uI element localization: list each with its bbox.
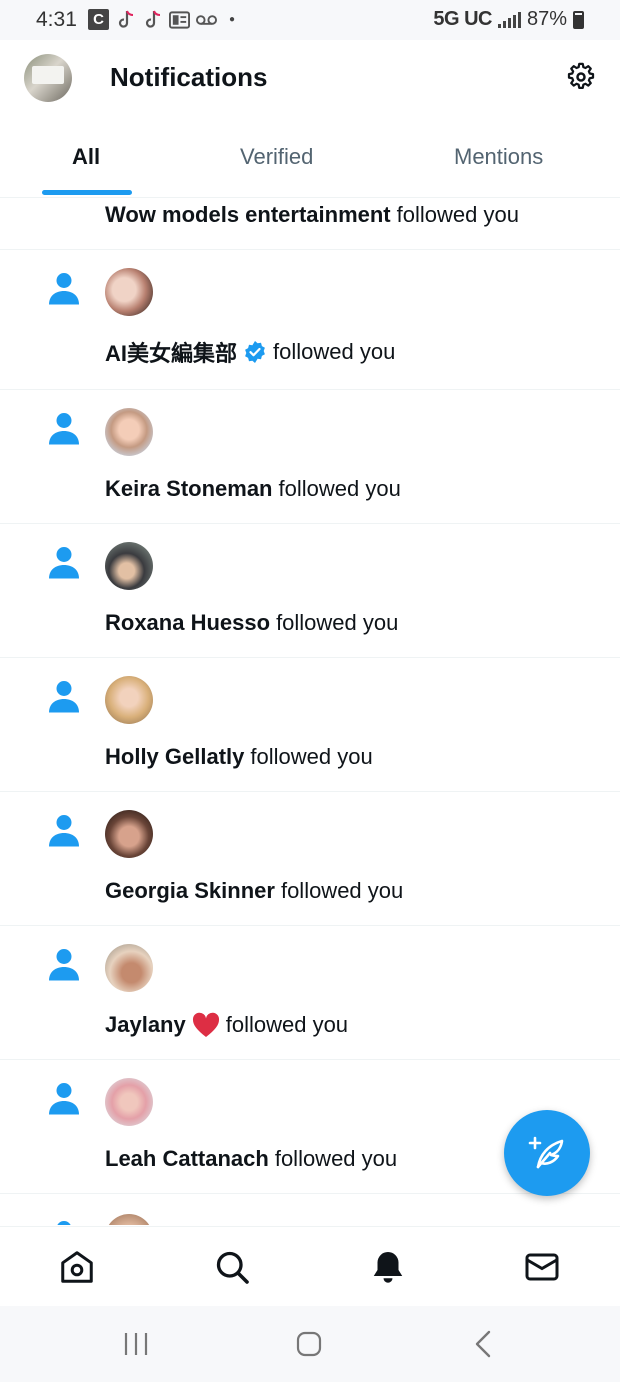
user-name[interactable]: Leah Cattanach bbox=[105, 1146, 269, 1172]
back-icon[interactable] bbox=[472, 1330, 496, 1358]
user-name[interactable]: Holly Gellatly bbox=[105, 744, 244, 770]
tab-mentions[interactable]: Mentions bbox=[454, 144, 543, 170]
battery-percent: 87% bbox=[526, 8, 567, 30]
notification-text: AI美女編集部 followed you bbox=[105, 336, 395, 368]
bottom-navigation bbox=[0, 1226, 620, 1306]
list-item[interactable]: Jaylany followed you bbox=[0, 926, 620, 1060]
battery-icon bbox=[573, 10, 584, 29]
person-icon bbox=[57, 1221, 71, 1225]
person-icon bbox=[49, 681, 79, 713]
avatar[interactable] bbox=[105, 944, 153, 992]
list-item[interactable]: Keira Stoneman followed you bbox=[0, 390, 620, 524]
voicemail-icon bbox=[196, 9, 217, 30]
avatar[interactable] bbox=[105, 268, 153, 316]
notification-feed[interactable]: Wow models entertainment followed you AI… bbox=[0, 198, 620, 1225]
notification-action: followed you bbox=[276, 610, 399, 635]
gear-icon[interactable] bbox=[566, 62, 596, 92]
list-item[interactable]: AI美女編集部 followed you bbox=[0, 250, 620, 390]
status-bar: 4:31 C ● 5G UC 87% bbox=[0, 0, 620, 40]
page-title: Notifications bbox=[110, 62, 268, 92]
list-item[interactable]: Roxana Huesso followed you bbox=[0, 524, 620, 658]
tiktok-icon bbox=[115, 9, 136, 30]
notification-action: followed you bbox=[280, 878, 404, 903]
user-name[interactable]: Georgia Skinner bbox=[105, 878, 275, 904]
recent-apps-icon[interactable] bbox=[122, 1330, 150, 1358]
search-icon[interactable] bbox=[214, 1249, 250, 1285]
person-icon bbox=[49, 949, 79, 981]
tab-bar: All Verified Mentions bbox=[0, 120, 620, 198]
notification-action: followed you bbox=[250, 744, 373, 769]
notification-action: followed you bbox=[396, 202, 519, 227]
tiktok-icon bbox=[142, 9, 163, 30]
tab-all[interactable]: All bbox=[72, 144, 100, 170]
news-icon bbox=[169, 9, 190, 30]
avatar[interactable] bbox=[105, 676, 153, 724]
user-name[interactable]: Keira Stoneman bbox=[105, 476, 273, 502]
mail-icon[interactable] bbox=[524, 1249, 560, 1285]
status-right: 5G UC 87% bbox=[433, 8, 584, 31]
system-navigation bbox=[0, 1306, 620, 1382]
signal-icon bbox=[497, 11, 521, 28]
status-time: 4:31 bbox=[36, 8, 77, 31]
notification-action: followed you bbox=[273, 339, 396, 364]
user-name[interactable]: Roxana Huesso bbox=[105, 610, 270, 636]
verified-badge-icon bbox=[245, 341, 265, 363]
person-icon bbox=[49, 1083, 79, 1115]
status-notification-icons: C ● bbox=[88, 9, 235, 30]
notification-text: Leah Cattanach followed you bbox=[105, 1146, 397, 1172]
notification-action: followed you bbox=[278, 476, 401, 501]
notification-text: Wow models entertainment followed you bbox=[105, 202, 519, 228]
list-item[interactable] bbox=[0, 1214, 620, 1225]
notification-action: followed you bbox=[274, 1146, 398, 1171]
avatar[interactable] bbox=[105, 1078, 153, 1126]
tab-active-indicator bbox=[42, 190, 132, 195]
compose-button[interactable] bbox=[504, 1110, 590, 1196]
app-header: Notifications bbox=[0, 40, 620, 120]
notification-text: Jaylany followed you bbox=[105, 1012, 348, 1038]
notification-text: Keira Stoneman followed you bbox=[105, 476, 401, 502]
notification-action: followed you bbox=[225, 1012, 349, 1037]
home-button-icon[interactable] bbox=[295, 1330, 323, 1358]
notification-text: Roxana Huesso followed you bbox=[105, 610, 398, 636]
person-icon bbox=[49, 273, 79, 305]
list-item[interactable]: Wow models entertainment followed you bbox=[0, 198, 620, 250]
bell-icon[interactable] bbox=[370, 1249, 406, 1285]
user-name[interactable]: Wow models entertainment bbox=[105, 202, 391, 228]
avatar[interactable] bbox=[105, 1214, 153, 1225]
person-icon bbox=[49, 815, 79, 847]
list-item[interactable]: Holly Gellatly followed you bbox=[0, 658, 620, 792]
avatar[interactable] bbox=[105, 810, 153, 858]
compose-icon bbox=[528, 1136, 564, 1169]
heart-emoji-icon bbox=[192, 1012, 219, 1037]
avatar[interactable] bbox=[24, 54, 72, 102]
avatar[interactable] bbox=[105, 408, 153, 456]
avatar[interactable] bbox=[105, 542, 153, 590]
dot-icon: ● bbox=[229, 14, 236, 25]
c-icon: C bbox=[88, 9, 109, 30]
user-name[interactable]: Jaylany bbox=[105, 1012, 186, 1038]
notification-text: Georgia Skinner followed you bbox=[105, 878, 403, 904]
person-icon bbox=[49, 547, 79, 579]
network-label: 5G UC bbox=[433, 8, 492, 30]
home-icon[interactable] bbox=[59, 1249, 95, 1285]
list-item[interactable]: Georgia Skinner followed you bbox=[0, 792, 620, 926]
person-icon bbox=[49, 413, 79, 445]
notification-text: Holly Gellatly followed you bbox=[105, 744, 373, 770]
user-name[interactable]: AI美女編集部 bbox=[105, 336, 237, 368]
tab-verified[interactable]: Verified bbox=[240, 144, 313, 170]
